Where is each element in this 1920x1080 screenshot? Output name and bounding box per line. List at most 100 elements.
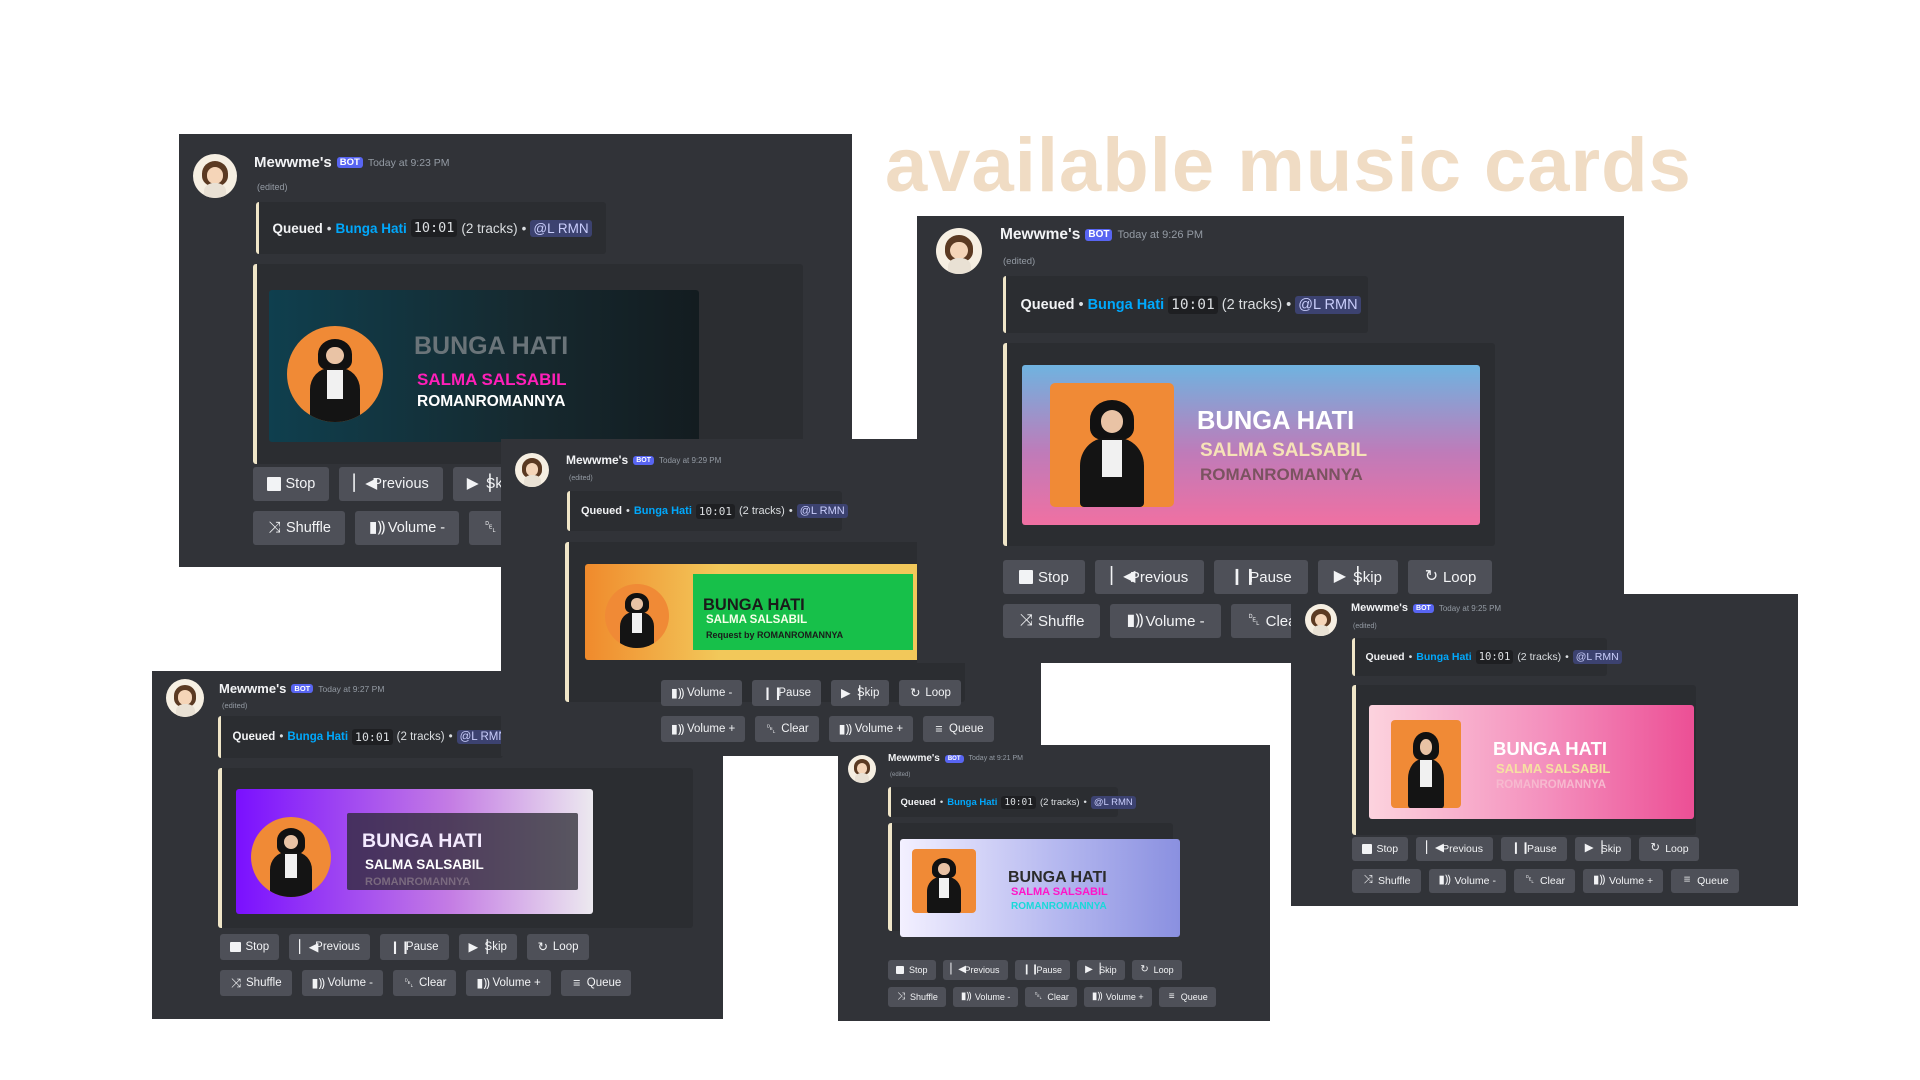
queue-button[interactable]: ≡ Queue bbox=[1158, 987, 1216, 1007]
username[interactable]: Mewwme's bbox=[1000, 226, 1080, 244]
skip-button[interactable]: ▶▕ Skip bbox=[1574, 837, 1632, 861]
shuffle-icon: ⤨ bbox=[1363, 874, 1373, 887]
volume-up-button[interactable]: ▮⸩ Volume + bbox=[828, 716, 914, 742]
avatar[interactable] bbox=[515, 453, 549, 487]
queued-label: Queued bbox=[900, 796, 936, 808]
volume-down-button[interactable]: ▮⸩ Volume - bbox=[1110, 604, 1221, 638]
music-card-image[interactable]: BUNGA HATI SALMA SALSABIL ROMANROMANNYA bbox=[269, 290, 699, 442]
clear-button[interactable]: ␡ Clear bbox=[755, 716, 819, 742]
button-label: Volume + bbox=[687, 723, 736, 735]
clear-button[interactable]: ␡ Clear bbox=[393, 970, 457, 996]
music-card-image[interactable]: BUNGA HATI SALMA SALSABIL ROMANROMANNYA bbox=[236, 789, 593, 914]
stop-button[interactable]: Stop bbox=[888, 960, 936, 980]
volume-down-button[interactable]: ▮⸩ Volume - bbox=[301, 970, 383, 996]
pause-button[interactable]: ❙❙ Pause bbox=[379, 934, 449, 960]
button-label: Skip bbox=[484, 941, 507, 953]
previous-button[interactable]: ▏◀ Previous bbox=[942, 960, 1008, 980]
stop-button[interactable]: Stop bbox=[1352, 837, 1409, 861]
previous-button[interactable]: ▏◀ Previous bbox=[339, 467, 443, 501]
stop-button[interactable]: Stop bbox=[220, 934, 280, 960]
avatar[interactable] bbox=[193, 154, 237, 198]
skip-button[interactable]: ▶▕ Skip bbox=[1317, 560, 1398, 594]
volume-icon: ▮⸩ bbox=[476, 975, 490, 990]
button-label: Clear bbox=[1539, 875, 1566, 887]
loop-button[interactable]: ↻ Loop bbox=[526, 934, 589, 960]
artist-photo bbox=[251, 817, 331, 897]
user-mention[interactable]: @L RMN bbox=[1295, 295, 1361, 314]
user-mention[interactable]: @L RMN bbox=[530, 219, 592, 237]
queue-button[interactable]: ≡ Queue bbox=[923, 716, 994, 742]
trash-icon: ␡ bbox=[1247, 612, 1261, 629]
track-link[interactable]: Bunga Hati bbox=[287, 731, 348, 743]
user-mention[interactable]: @L RMN bbox=[1572, 650, 1622, 664]
loop-button[interactable]: ↻ Loop bbox=[1639, 837, 1699, 861]
shuffle-button[interactable]: ⤨ Shuffle bbox=[888, 987, 946, 1007]
previous-button[interactable]: ▏◀ Previous bbox=[289, 934, 370, 960]
avatar[interactable] bbox=[1305, 604, 1337, 636]
previous-track-icon: ▏◀ bbox=[1110, 568, 1136, 585]
stop-button[interactable]: Stop bbox=[253, 467, 330, 501]
track-link[interactable]: Bunga Hati bbox=[336, 221, 407, 236]
skip-icon: ▶▕ bbox=[1333, 568, 1359, 585]
pause-button[interactable]: ❙❙ Pause bbox=[1214, 560, 1308, 594]
loop-button[interactable]: ↻ Loop bbox=[1407, 560, 1493, 594]
volume-down-button[interactable]: ▮⸩ Volume - bbox=[354, 511, 460, 545]
avatar[interactable] bbox=[936, 228, 982, 274]
edited-label: (edited) bbox=[222, 701, 248, 710]
clear-button[interactable]: ␡ Clear bbox=[1025, 987, 1077, 1007]
volume-up-button[interactable]: ▮⸩ Volume + bbox=[1583, 869, 1664, 893]
avatar[interactable] bbox=[848, 755, 876, 783]
shuffle-icon: ⤨ bbox=[268, 519, 281, 537]
track-duration: 10:01 bbox=[410, 219, 458, 237]
volume-down-button[interactable]: ▮⸩ Volume - bbox=[1428, 869, 1506, 893]
shuffle-button[interactable]: ⤨ Shuffle bbox=[253, 511, 345, 545]
volume-down-button[interactable]: ▮⸩ Volume - bbox=[661, 680, 743, 706]
user-mention[interactable]: @L RMN bbox=[796, 504, 848, 518]
volume-up-button[interactable]: ▮⸩ Volume + bbox=[1083, 987, 1152, 1007]
music-card-image[interactable]: BUNGA HATI SALMA SALSABIL ROMANROMANNYA bbox=[1369, 705, 1694, 819]
loop-button[interactable]: ↻ Loop bbox=[899, 680, 961, 706]
loop-button[interactable]: ↻ Loop bbox=[1131, 960, 1182, 980]
stop-icon bbox=[896, 966, 904, 974]
music-card-image[interactable]: BUNGA HATI SALMA SALSABIL ROMANROMANNYA bbox=[1022, 365, 1480, 525]
volume-up-button[interactable]: ▮⸩ Volume + bbox=[661, 716, 746, 742]
username[interactable]: Mewwme's bbox=[566, 453, 628, 467]
avatar[interactable] bbox=[166, 679, 204, 717]
button-label: Pause bbox=[1249, 568, 1292, 586]
queue-button[interactable]: ≡ Queue bbox=[560, 970, 632, 996]
pause-button[interactable]: ❙❙ Pause bbox=[1500, 837, 1567, 861]
pause-button[interactable]: ❙❙ Pause bbox=[752, 680, 821, 706]
bot-badge: BOT bbox=[291, 683, 314, 694]
song-artist: SALMA SALSABIL bbox=[706, 614, 808, 626]
volume-down-button[interactable]: ▮⸩ Volume - bbox=[952, 987, 1019, 1007]
shuffle-button[interactable]: ⤨ Shuffle bbox=[220, 970, 292, 996]
music-card-image[interactable]: BUNGA HATI SALMA SALSABIL ROMANROMANNYA bbox=[900, 839, 1180, 937]
volume-icon: ▮⸩ bbox=[1438, 874, 1451, 887]
track-link[interactable]: Bunga Hati bbox=[1088, 297, 1165, 313]
previous-button[interactable]: ▏◀ Previous bbox=[1416, 837, 1493, 861]
skip-button[interactable]: ▶▕ Skip bbox=[1077, 960, 1125, 980]
stop-button[interactable]: Stop bbox=[1003, 560, 1085, 594]
clear-button[interactable]: ␡ Clear bbox=[1513, 869, 1576, 893]
username[interactable]: Mewwme's bbox=[888, 753, 940, 764]
shuffle-button[interactable]: ⤨ Shuffle bbox=[1352, 869, 1421, 893]
track-link[interactable]: Bunga Hati bbox=[947, 797, 997, 808]
skip-button[interactable]: ▶▕ Skip bbox=[458, 934, 517, 960]
track-link[interactable]: Bunga Hati bbox=[1416, 651, 1471, 663]
queue-button[interactable]: ≡ Queue bbox=[1671, 869, 1739, 893]
track-link[interactable]: Bunga Hati bbox=[634, 505, 692, 517]
user-mention[interactable]: @L RMN bbox=[1090, 795, 1136, 809]
pause-button[interactable]: ❙❙ Pause bbox=[1014, 960, 1071, 980]
previous-button[interactable]: ▏◀ Previous bbox=[1094, 560, 1205, 594]
edited-label: (edited) bbox=[1353, 623, 1377, 630]
track-count: (2 tracks) bbox=[461, 220, 518, 236]
shuffle-button[interactable]: ⤨ Shuffle bbox=[1003, 604, 1101, 638]
volume-up-button[interactable]: ▮⸩ Volume + bbox=[466, 970, 551, 996]
username[interactable]: Mewwme's bbox=[1351, 602, 1408, 614]
music-card-embed: BUNGA HATI SALMA SALSABIL ROMANROMANNYA bbox=[888, 823, 1180, 937]
username[interactable]: Mewwme's bbox=[254, 154, 332, 171]
username[interactable]: Mewwme's bbox=[219, 681, 286, 696]
skip-button[interactable]: ▶▕ Skip bbox=[831, 680, 890, 706]
music-card-image[interactable]: BUNGA HATI SALMA SALSABIL Request by ROMAN… bbox=[585, 564, 921, 660]
queued-embed: Queued • Bunga Hati 10:01 (2 tracks) • @L RMN bbox=[218, 716, 510, 758]
